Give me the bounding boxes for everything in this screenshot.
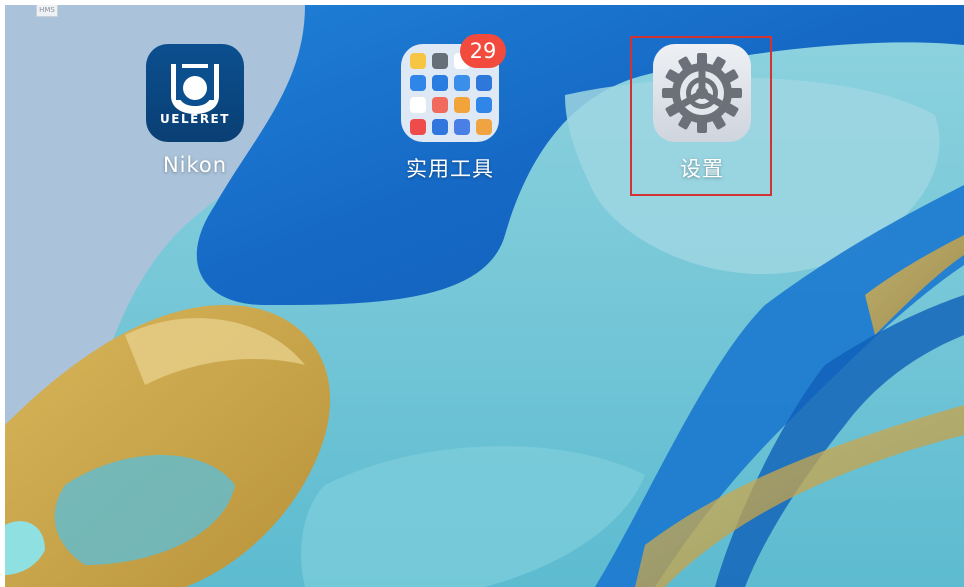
nikon-app-icon: UELERET bbox=[146, 44, 244, 142]
highlight-box bbox=[630, 36, 772, 196]
status-chip: HMS bbox=[36, 5, 58, 17]
app-folder-tools[interactable]: 实用工具 bbox=[380, 44, 520, 183]
nikon-icon-text: UELERET bbox=[160, 112, 230, 126]
app-nikon[interactable]: UELERET Nikon bbox=[125, 44, 265, 177]
app-label: Nikon bbox=[162, 153, 228, 177]
app-label: 实用工具 bbox=[406, 157, 494, 181]
notification-badge: 29 bbox=[460, 34, 506, 68]
